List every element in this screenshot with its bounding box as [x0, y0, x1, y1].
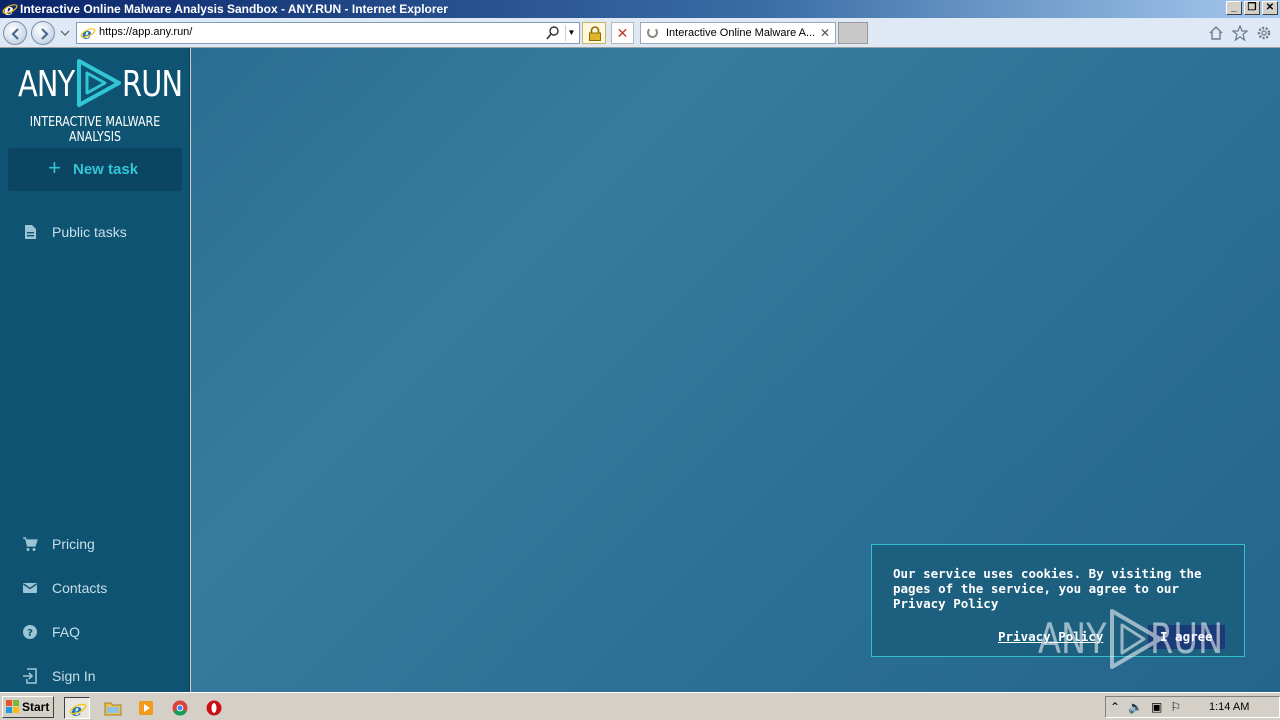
address-dropdown[interactable]: ▼ [565, 25, 577, 41]
address-url[interactable]: https://app.any.run/ [99, 26, 192, 38]
start-button[interactable]: Start [2, 696, 54, 718]
logo-play-icon [77, 59, 121, 107]
help-icon: ? [23, 625, 37, 639]
favorites-star-icon[interactable] [1232, 25, 1248, 41]
taskbar-media-player[interactable] [134, 697, 160, 719]
nav-label: Sign In [52, 668, 96, 684]
taskbar-explorer[interactable] [100, 697, 126, 719]
forward-button[interactable] [31, 21, 55, 45]
system-tray: ⌃ 🔈 ▣ ⚐ 1:14 AM [1105, 696, 1280, 718]
agree-button[interactable]: I agree [1148, 625, 1225, 649]
nav-item-faq[interactable]: ? FAQ [0, 612, 190, 652]
back-arrow-icon [11, 28, 19, 40]
signin-icon [23, 668, 37, 684]
new-task-button[interactable]: + New task [8, 148, 182, 191]
minimize-button[interactable]: _ [1226, 1, 1242, 15]
anyrun-logo[interactable]: ANY RUN INTERACTIVE MALWARE ANALYSIS [0, 48, 190, 145]
taskbar-internet-explorer[interactable]: e [64, 697, 90, 719]
lock-icon [589, 26, 601, 41]
search-icon[interactable] [545, 25, 561, 41]
nav-label: Contacts [52, 580, 108, 596]
restore-button[interactable]: ❐ [1244, 1, 1260, 15]
page-ie-icon: e [80, 25, 96, 41]
browser-tab[interactable]: Interactive Online Malware A... ✕ [640, 22, 836, 44]
windows-taskbar: Start e ⌃ 🔈 ▣ ⚐ 1:14 AM [0, 692, 1280, 720]
cart-icon [23, 537, 38, 551]
show-hidden-icons-icon[interactable]: ⌃ [1110, 700, 1120, 714]
logo-subtitle: INTERACTIVE MALWARE ANALYSIS [29, 115, 161, 145]
close-window-button[interactable]: ✕ [1262, 1, 1278, 15]
explorer-folder-icon [104, 702, 122, 716]
settings-gear-icon[interactable] [1256, 25, 1272, 41]
action-center-flag-icon[interactable]: ⚐ [1170, 700, 1181, 714]
nav-label: Pricing [52, 536, 95, 552]
mail-icon [23, 583, 37, 593]
sidebar: ANY RUN INTERACTIVE MALWARE ANALYSIS + N… [0, 48, 190, 692]
new-tab-button[interactable] [838, 22, 868, 44]
window-title-bar: e Interactive Online Malware Analysis Sa… [0, 0, 1280, 18]
plus-icon: + [48, 155, 61, 180]
loading-icon [647, 27, 658, 38]
taskbar-chrome[interactable] [168, 697, 194, 719]
tab-title: Interactive Online Malware A... [666, 27, 816, 39]
document-icon [25, 225, 36, 239]
window-title: Interactive Online Malware Analysis Sand… [20, 2, 448, 16]
new-task-label: New task [73, 161, 139, 178]
clock[interactable]: 1:14 AM [1209, 701, 1249, 713]
nav-item-contacts[interactable]: Contacts [0, 568, 190, 608]
internet-explorer-icon: e [2, 1, 18, 17]
history-dropdown-icon[interactable] [60, 30, 70, 36]
cookie-text: Our service uses cookies. By visiting th… [893, 566, 1202, 611]
logo-run-text: RUN [122, 64, 183, 105]
forward-arrow-icon [41, 28, 49, 40]
privacy-policy-link[interactable]: Privacy Policy [998, 629, 1103, 644]
internet-explorer-icon: e [69, 700, 87, 718]
windows-flag-icon [6, 700, 19, 713]
browser-nav-bar: e https://app.any.run/ ▼ ✕ Interactive O… [0, 18, 1280, 48]
security-lock-button[interactable] [582, 22, 606, 44]
media-player-icon [139, 701, 153, 715]
logo-any-text: ANY [18, 64, 75, 105]
nav-item-pricing[interactable]: Pricing [0, 524, 190, 564]
volume-icon[interactable]: 🔈 [1128, 700, 1143, 714]
opera-icon [206, 700, 222, 716]
address-bar[interactable]: e https://app.any.run/ ▼ [76, 22, 580, 44]
nav-label: FAQ [52, 624, 81, 640]
home-icon[interactable] [1208, 25, 1224, 41]
stop-button[interactable]: ✕ [611, 22, 634, 44]
nav-item-sign-in[interactable]: Sign In [0, 656, 190, 696]
taskbar-opera[interactable] [202, 697, 228, 719]
back-button[interactable] [3, 21, 27, 45]
cookie-banner: Our service uses cookies. By visiting th… [871, 544, 1245, 657]
nav-label: Public tasks [52, 224, 127, 240]
tab-close-icon[interactable]: ✕ [820, 23, 830, 43]
chrome-icon [172, 700, 188, 716]
svg-text:?: ? [27, 628, 33, 639]
network-icon[interactable]: ▣ [1151, 700, 1162, 714]
start-label: Start [22, 700, 50, 714]
nav-item-public-tasks[interactable]: Public tasks [0, 212, 190, 252]
